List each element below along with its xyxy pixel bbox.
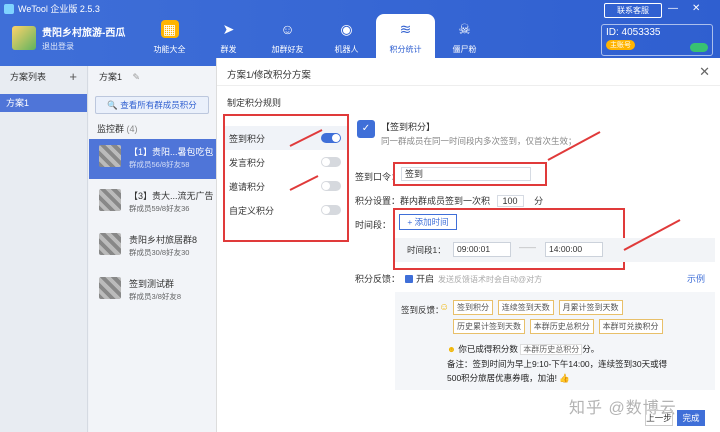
add-plan-icon[interactable]: + [69,66,77,88]
variable-tag[interactable]: 月累计签到天数 [558,300,623,315]
account-name: 贵阳乡村旅游-西瓜 [42,28,126,39]
rules-title: 制定积分规则 [227,98,282,108]
edit-plan-dialog: 方案1/修改积分方案 ✕ 制定积分规则 签到积分 发言积分 邀请积分 自定义积分… [216,58,720,432]
rule-toggle[interactable] [321,205,341,215]
points-input[interactable]: 100 [496,195,524,207]
database-icon: ≋ [399,21,412,37]
group-item[interactable]: 【1】贵阳...暑包吃包住 群成员56/8好友58 [89,139,216,179]
emoji-icon[interactable]: ☺ [439,302,449,313]
robot-icon: ◉ [340,21,353,37]
avatar [12,26,36,50]
group-item[interactable]: 贵阳乡村旅居群8 群成员30/8好友30 [89,227,216,267]
group-item[interactable]: 签到测试群 群成员3/8好友8 [89,271,216,311]
variable-tag[interactable]: 本群历史总积分 [529,319,594,334]
logout-link[interactable]: 退出登录 [42,41,125,52]
skull-icon: ☠ [458,21,471,37]
title-bar: WeTool 企业版 2.5.3 [4,2,100,15]
monitor-groups-label: 监控群 (4) [97,124,138,134]
feedback-row: 积分反馈： 开启 发送反馈语术时会自动@对方 [355,274,543,284]
feedback-checkbox[interactable] [405,275,414,283]
smile-icon: ☻ [447,344,456,354]
rule-item-checkin[interactable]: 签到积分 [225,126,347,150]
add-friend-icon: ☺ [280,21,295,37]
account-id-box: ID: 4053335 主账号 [601,24,713,56]
nav-features[interactable]: ▦ 功能大全 [140,14,199,66]
rule-header: ✓ 【签到积分】 同一群成员在同一时间段内多次签到，仅首次生效； [357,120,577,147]
range-dash: —— [519,242,536,252]
group-panel-header: 方案1 ✎ [99,72,141,82]
feedback-panel: 签到反馈： ☺ 签到积分 连续签到天数 月累计签到天数 历史累计签到天数 本群历… [395,292,715,390]
group-item[interactable]: 【3】贵大...流无广告群 群成员59/8好友36 [89,183,216,223]
rule-list: 签到积分 发言积分 邀请积分 自定义积分 [223,114,349,242]
end-time-input[interactable]: 14:00:00 [545,242,603,257]
variable-tag[interactable]: 本群可兑换积分 [598,319,663,334]
start-time-input[interactable]: 09:00:01 [453,242,511,257]
variable-tag[interactable]: 签到积分 [453,300,493,315]
main-account-badge: 主账号 [606,40,635,50]
online-toggle[interactable] [690,43,708,52]
top-bar: WeTool 企业版 2.5.3 贵阳乡村旅游-西瓜 退出登录 ▦ 功能大全 ➤ 群… [0,0,720,66]
keyword-input[interactable]: 签到 [401,167,531,181]
group-avatar [99,277,121,299]
group-avatar [99,233,121,255]
thumbs-up-icon: 👍 [559,373,571,383]
group-avatar [99,145,121,167]
rule-toggle[interactable] [321,133,341,143]
rule-item-custom[interactable]: 自定义积分 [225,198,347,222]
variable-tag[interactable]: 历史累计签到天数 [453,319,525,334]
feedback-text[interactable]: ☻ 你已成得积分数 本群历史总积分 分。 备注：签到时间为早上9:10-下午14:… [447,342,687,385]
group-avatar [99,189,121,211]
dialog-title: 方案1/修改积分方案 [217,58,720,86]
account-id: ID: 4053335 [606,27,661,38]
app-title: WeTool 企业版 2.5.3 [18,4,100,14]
rule-toggle[interactable] [321,157,341,167]
grid-icon: ▦ [160,20,179,38]
plan-item[interactable]: 方案1 [0,94,87,112]
add-time-button[interactable]: + 添加时间 [399,214,457,230]
done-button[interactable]: 完成 [677,410,705,426]
close-window-icon[interactable]: ✕ [692,3,700,14]
calendar-check-icon: ✓ [357,120,375,138]
send-icon: ➤ [222,21,235,37]
points-setting-row: 积分设置：群内群成员签到一次积 100 分 [355,195,544,207]
app-logo-icon [4,3,14,14]
example-link[interactable]: 示例 [687,272,705,285]
plan-list-panel: 方案列表 + 方案1 [0,66,88,432]
tooltip: 本群历史总积分 [520,344,583,355]
variable-tags: 签到积分 连续签到天数 月累计签到天数 历史累计签到天数 本群历史总积分 本群可… [453,300,673,338]
plan-list-header: 方案列表 + [0,66,87,88]
prev-button[interactable]: 上一步 [645,410,673,426]
help-button[interactable]: 联系客服 [604,3,662,18]
rule-item-invite[interactable]: 邀请积分 [225,174,347,198]
account-info: 贵阳乡村旅游-西瓜 退出登录 [12,24,125,52]
view-all-members-button[interactable]: 🔍 查看所有群成员积分 [95,96,209,114]
footer-buttons: 上一步 完成 [645,410,705,426]
time-label: 时间段： [355,220,392,230]
time-period-row: 时间段1： 09:00:01 —— 14:00:00 [395,238,715,262]
rule-item-speech[interactable]: 发言积分 [225,150,347,174]
close-dialog-icon[interactable]: ✕ [699,64,710,80]
minimize-icon[interactable]: — [668,3,678,14]
group-list-panel: 方案1 ✎ 🔍 查看所有群成员积分 监控群 (4) 【1】贵阳...暑包吃包住 … [89,66,216,432]
rule-toggle[interactable] [321,181,341,191]
edit-icon[interactable]: ✎ [133,72,141,82]
variable-tag[interactable]: 连续签到天数 [497,300,554,315]
